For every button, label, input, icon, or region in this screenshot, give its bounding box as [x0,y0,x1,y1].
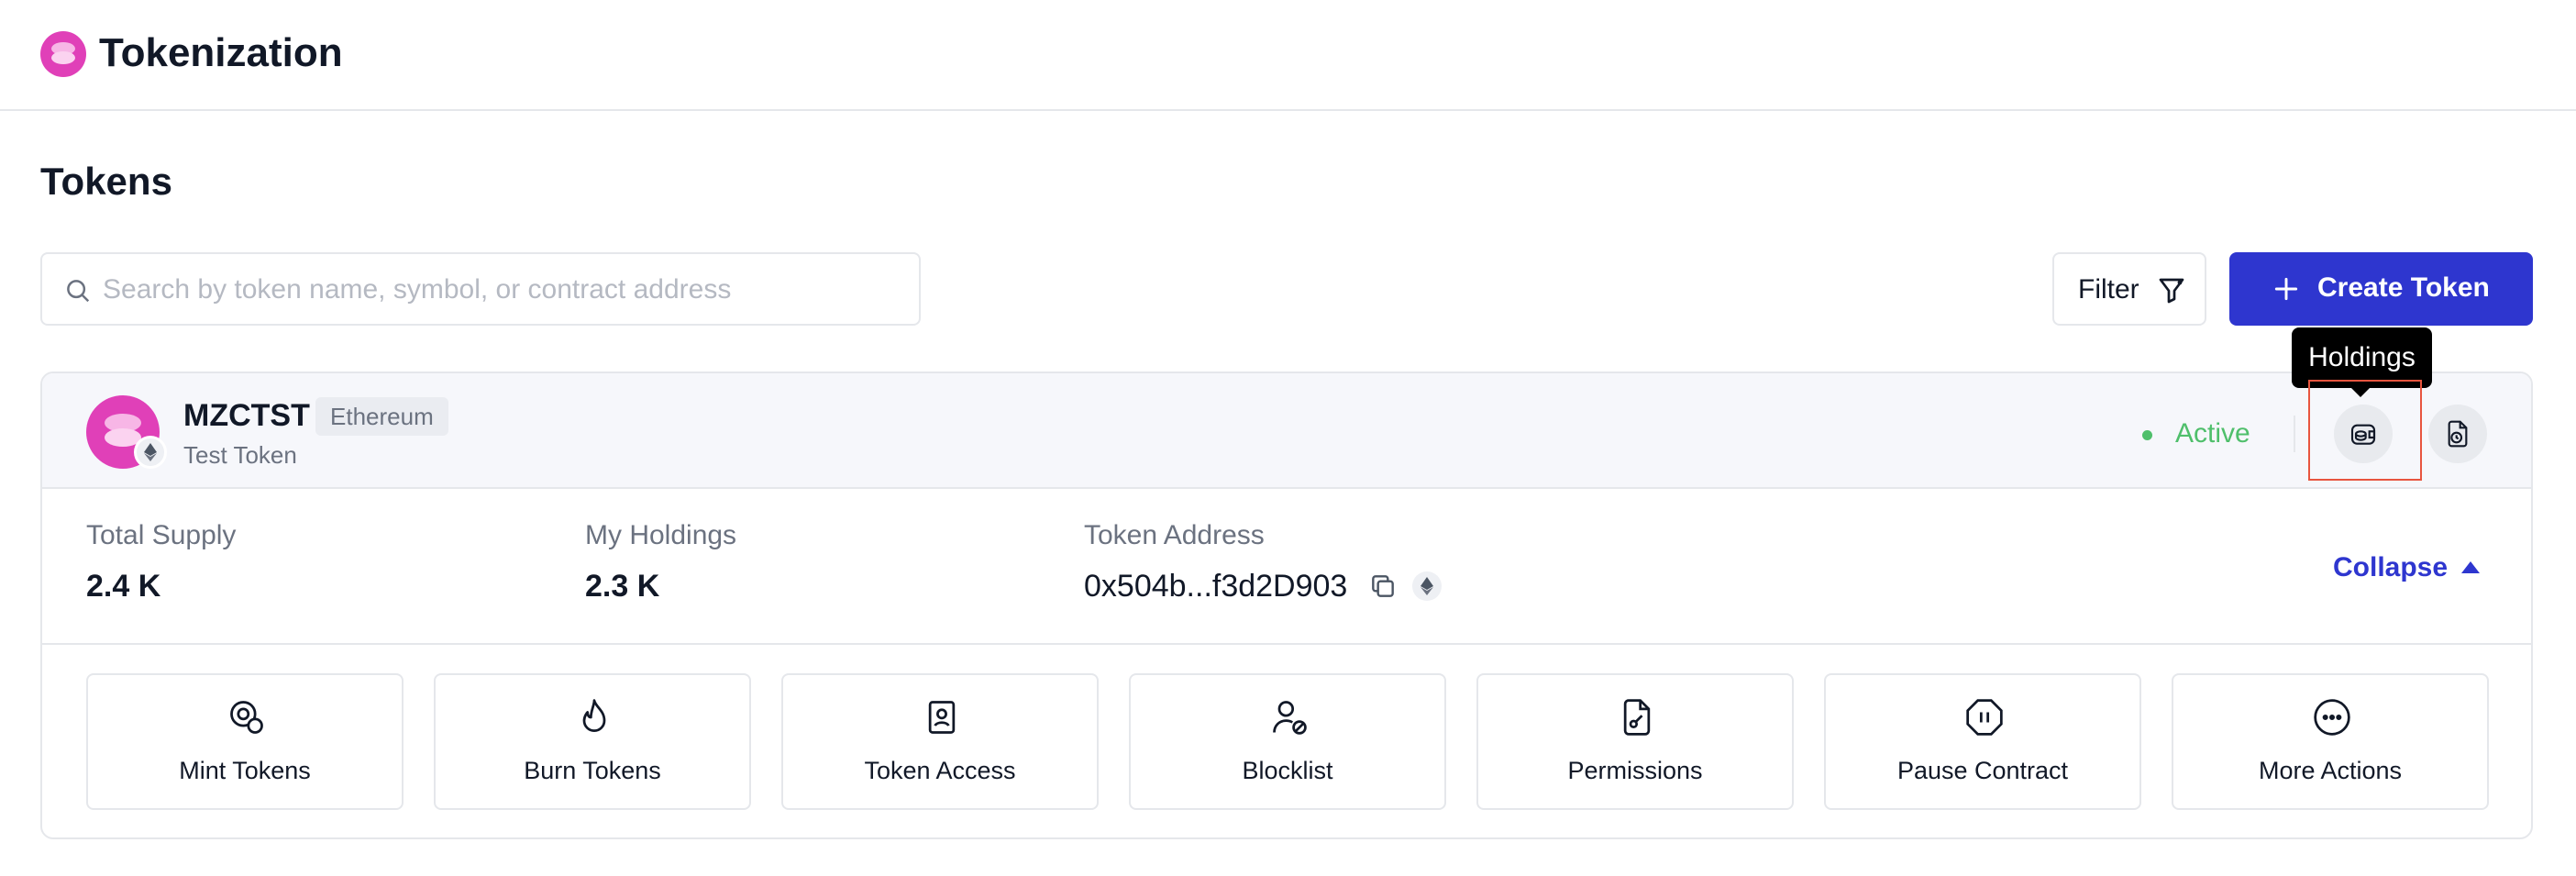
collapse-button[interactable]: Collapse [2333,549,2448,586]
chevron-up-icon[interactable] [2461,561,2480,573]
action-label: Blocklist [1242,757,1333,784]
action-label: Burn Tokens [524,757,661,784]
mint-icon [230,701,263,734]
page-title: Tokens [40,160,172,203]
pause-contract-button[interactable]: Pause Contract [1824,673,2141,810]
copy-icon[interactable] [1368,571,1398,601]
plus-icon [2274,277,2298,301]
divider [42,643,2531,645]
total-supply-label: Total Supply [86,520,237,550]
token-card-header: MZCTST Ethereum Test Token Active [42,373,2531,489]
search-box [40,252,921,326]
app-title: Tokenization [99,30,343,75]
search-icon [67,280,90,303]
my-holdings-label: My Holdings [585,520,737,550]
search-input[interactable] [101,267,902,313]
status-dot [2142,430,2152,440]
filter-button-label: Filter [2078,274,2139,305]
action-label: Permissions [1567,757,1703,784]
create-token-label: Create Token [2317,272,2490,303]
document-clock-icon [2448,420,2468,448]
token-access-button[interactable]: Token Access [781,673,1099,810]
top-bar: Tokenization [0,0,2576,111]
flame-icon [582,699,606,732]
funnel-icon [2159,278,2184,304]
action-label: Pause Contract [1896,757,2069,784]
token-card: MZCTST Ethereum Test Token Active Total … [40,371,2533,839]
burn-tokens-button[interactable]: Burn Tokens [434,673,751,810]
user-blocked-icon [1273,701,1307,735]
token-logo-icon [40,31,86,77]
token-name: Test Token [183,441,297,469]
document-key-icon [1623,699,1651,736]
divider [2294,416,2295,452]
ethereum-icon [134,436,167,469]
action-label: Token Access [864,757,1016,784]
blocklist-button[interactable]: Blocklist [1129,673,1446,810]
action-label: Mint Tokens [179,757,311,784]
history-button[interactable] [2428,405,2487,463]
ethereum-icon [1412,571,1442,601]
token-symbol: MZCTST [183,398,310,433]
action-label: More Actions [2258,757,2403,784]
status-badge: Active [2175,418,2250,449]
pause-octagon-icon [1966,699,2003,736]
contact-book-icon [928,701,956,734]
total-supply-value: 2.4 K [86,569,161,604]
create-token-button[interactable]: Create Token [2229,252,2533,326]
more-horizontal-icon [2314,699,2350,736]
chain-badge: Ethereum [315,397,448,436]
my-holdings-value: 2.3 K [585,569,660,604]
permissions-button[interactable]: Permissions [1476,673,1794,810]
token-address-value: 0x504b...f3d2D903 [1084,569,1348,604]
filter-button[interactable]: Filter [2052,252,2206,326]
token-address-label: Token Address [1084,520,1265,550]
more-actions-button[interactable]: More Actions [2172,673,2489,810]
highlight-box [2308,380,2422,481]
mint-tokens-button[interactable]: Mint Tokens [86,673,404,810]
